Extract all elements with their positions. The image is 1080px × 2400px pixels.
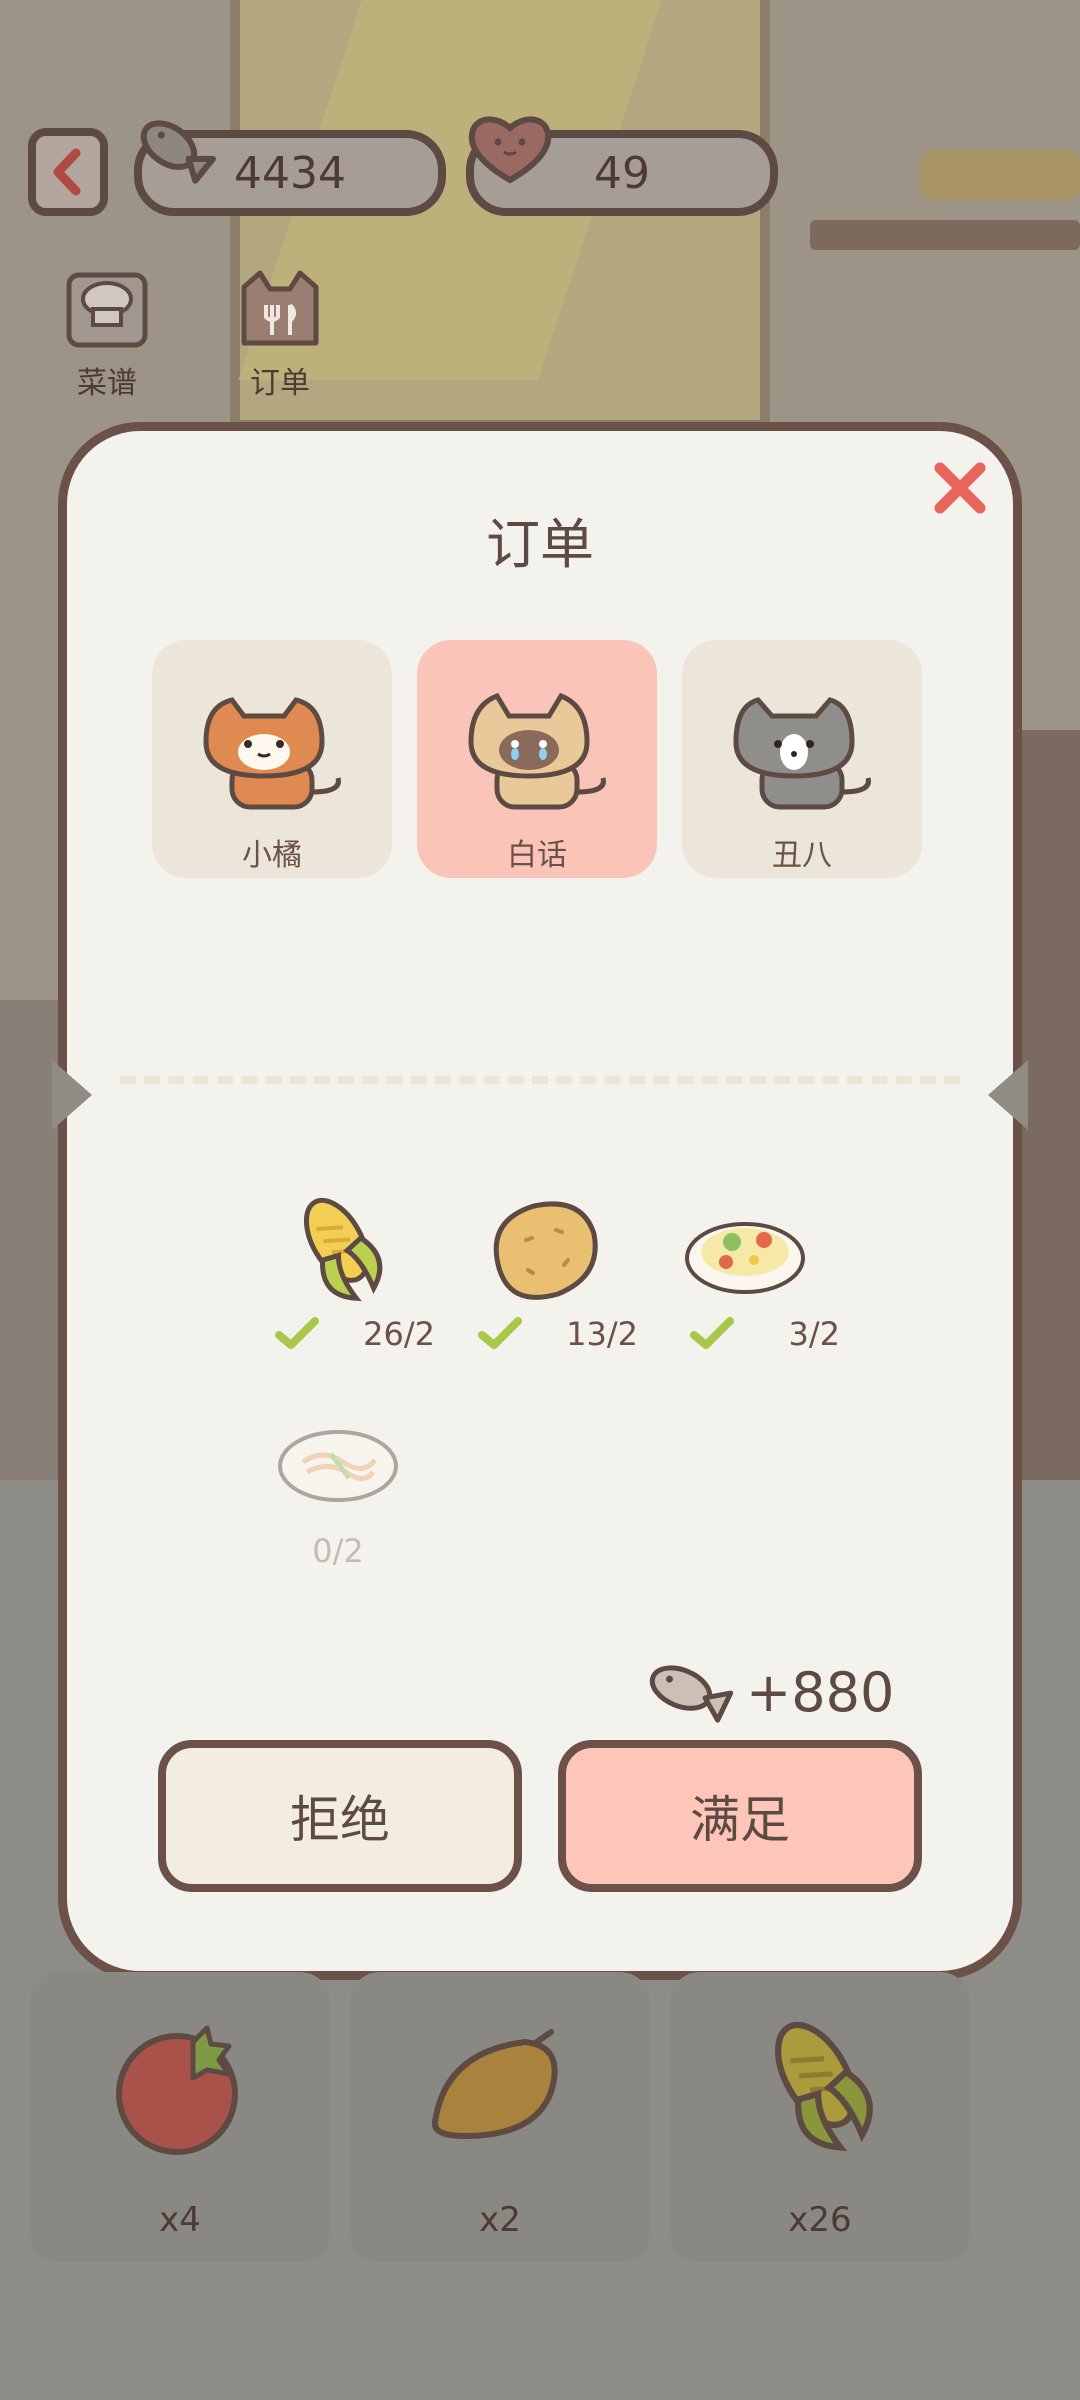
cat-card-baihua[interactable]: 白话 — [417, 640, 657, 878]
inventory-slot-corn[interactable]: x26 — [670, 1972, 970, 2262]
dish-fried-rice: 3/2 — [650, 1190, 840, 1353]
tomato-icon — [116, 2025, 238, 2155]
slot-count: x2 — [479, 2200, 521, 2240]
slot-count: x26 — [788, 2200, 852, 2240]
dish-progress: 26/2 — [245, 1315, 435, 1353]
dish-potato: 13/2 — [448, 1190, 638, 1353]
dish-progress: 0/2 — [312, 1532, 364, 1570]
dish-progress: 13/2 — [448, 1315, 638, 1353]
dialog-title: 订单 — [486, 513, 594, 576]
siamese-cat-icon — [468, 692, 606, 810]
corn-icon — [774, 2021, 873, 2151]
back-button[interactable] — [28, 128, 108, 216]
heart-count: 49 — [594, 147, 650, 199]
orders-button[interactable]: 订单 — [215, 265, 345, 402]
chevron-left-icon — [53, 148, 81, 196]
close-icon[interactable] — [930, 458, 990, 518]
check-icon — [690, 1317, 735, 1349]
cat-fork-icon — [241, 270, 319, 346]
recipes-label: 菜谱 — [77, 366, 137, 401]
towels — [920, 150, 1080, 200]
heart-icon — [468, 116, 552, 184]
check-icon — [478, 1317, 523, 1349]
reject-button[interactable]: 拒绝 — [158, 1740, 522, 1892]
accept-button[interactable]: 满足 — [558, 1740, 922, 1892]
dish-progress: 3/2 — [650, 1315, 840, 1353]
reward-amount: +880 — [746, 1660, 895, 1724]
fried-rice-icon — [685, 1222, 805, 1294]
dish-corn: 26/2 — [245, 1190, 435, 1353]
noodles-icon — [278, 1430, 398, 1502]
dashed-divider — [120, 1076, 960, 1084]
gray-cat-icon — [733, 697, 871, 810]
recipes-button[interactable]: 菜谱 — [42, 265, 172, 402]
orders-label: 订单 — [250, 366, 310, 401]
check-icon — [275, 1317, 320, 1349]
dish-noodles: 0/2 — [243, 1412, 433, 1570]
cat-name: 小橘 — [242, 838, 302, 873]
fish-count: 4434 — [234, 147, 346, 199]
cat-card-xiaoju[interactable]: 小橘 — [152, 640, 392, 878]
chef-hat-icon — [66, 272, 148, 348]
cat-name: 丑八 — [772, 838, 832, 873]
shelf — [810, 220, 1080, 250]
cat-name: 白话 — [507, 838, 567, 873]
fish-icon — [140, 120, 216, 184]
fish-icon — [649, 1665, 734, 1723]
inventory-slot-mango[interactable]: x2 — [350, 1972, 650, 2262]
orange-cat-icon — [203, 697, 341, 810]
cat-card-chouba[interactable]: 丑八 — [682, 640, 922, 878]
reward: +880 — [640, 1655, 894, 1729]
slot-count: x4 — [159, 2200, 201, 2240]
corn-icon — [303, 1197, 383, 1302]
inventory-slot-tomato[interactable]: x4 — [30, 1972, 330, 2262]
potato-icon — [493, 1201, 598, 1300]
mango-icon — [431, 2029, 558, 2140]
